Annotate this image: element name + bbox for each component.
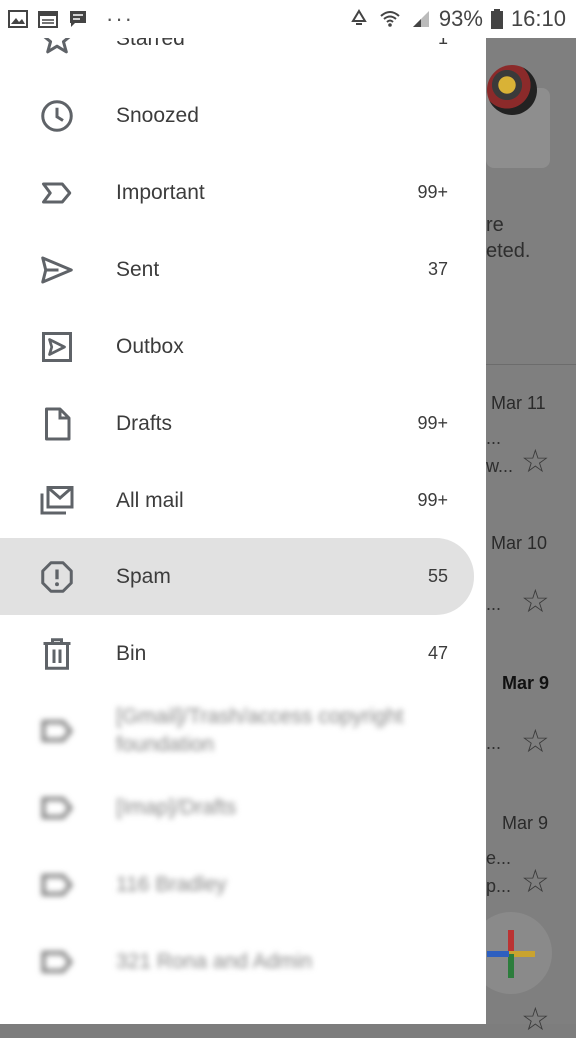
drawer-item-outbox[interactable]: Outbox (0, 308, 474, 385)
drawer-item-count: 99+ (417, 413, 448, 433)
email-fragment: p... (486, 876, 512, 896)
drawer-item-label-trash[interactable]: [Gmail]/Trash/access copyright foundatio… (0, 692, 474, 769)
email-date: Mar 9 (502, 673, 550, 693)
spam-icon (41, 560, 73, 593)
snippet-text-2: eted. (486, 240, 531, 262)
drawer-item-label: Bin (116, 641, 147, 665)
status-left: ··· (0, 6, 134, 32)
status-bar: ··· 93% 16:10 (0, 0, 576, 38)
recycle-icon (351, 9, 367, 25)
drawer-item-label: Snoozed (116, 103, 199, 127)
drawer-item-bin[interactable]: Bin 47 (0, 615, 474, 692)
drawer-item-label-bradley[interactable]: 116 Bradley (0, 846, 474, 923)
compose-plus-lower (508, 954, 514, 978)
send-icon (41, 256, 73, 283)
drawer-item-label: Sent (116, 257, 160, 281)
calendar-icon (38, 11, 58, 28)
drawer-item-label: 321 Rona and Admin (116, 949, 313, 973)
drawer-item-spam[interactable]: Spam 55 (0, 538, 474, 615)
drawer-item-label: Spam (116, 564, 171, 588)
drawer-item-count: 1 (437, 38, 448, 48)
battery-percent: 93% (438, 6, 483, 31)
drawer-item-label: Outbox (116, 334, 184, 358)
label-icon (41, 873, 73, 896)
email-fragment: ... (486, 428, 502, 448)
drawer-item-snoozed[interactable]: Snoozed (0, 77, 474, 154)
drawer-item-count: 37 (427, 259, 448, 279)
image-icon (8, 10, 28, 28)
important-icon (42, 182, 72, 203)
drawer-item-count: 99+ (417, 490, 448, 510)
star-icon[interactable]: ☆ (521, 442, 550, 480)
avatar[interactable] (487, 65, 537, 115)
email-date: Mar 10 (491, 533, 548, 553)
drawer-item-starred[interactable]: Starred 1 (0, 38, 474, 77)
drawer-item-count: 55 (427, 566, 448, 586)
drawer-item-label: Important (116, 180, 205, 204)
drawer-item-count: 99+ (417, 182, 448, 202)
signal-icon (412, 11, 429, 27)
drawer-item-label: 116 Bradley (116, 872, 227, 896)
drawer-item-count: 47 (427, 643, 448, 663)
bin-icon (43, 637, 71, 670)
email-fragment: ... (486, 733, 502, 753)
email-fragment: ... (486, 594, 502, 614)
label-icon (41, 796, 73, 819)
drawer-item-all-mail[interactable]: All mail 99+ (0, 462, 474, 539)
drawer-item-label-imap-drafts[interactable]: [Imap]/Drafts (0, 769, 474, 846)
clock-icon (41, 99, 73, 132)
email-date: Mar 11 (491, 393, 546, 413)
compose-plus-left (487, 951, 509, 957)
star-icon[interactable]: ☆ (521, 862, 550, 900)
all-mail-icon (40, 485, 74, 514)
more-notifications: ··· (106, 6, 134, 31)
drawer-item-label: [Gmail]/Trash/access copyright foundatio… (116, 704, 404, 756)
drawer-item-important[interactable]: Important 99+ (0, 154, 474, 231)
email-date: Mar 9 (502, 813, 549, 833)
drawer-item-drafts[interactable]: Drafts 99+ (0, 385, 474, 462)
drawer-item-label: Drafts (116, 411, 173, 435)
drawer-item-sent[interactable]: Sent 37 (0, 231, 474, 308)
snippet-text-1: re (486, 214, 504, 236)
drawer-item-label: [Imap]/Drafts (116, 795, 237, 819)
label-icon (41, 719, 73, 742)
clock-time: 16:10 (510, 6, 566, 31)
drawer-item-label: All mail (116, 488, 184, 512)
draft-icon (45, 407, 71, 440)
status-right: 93% 16:10 (349, 6, 576, 32)
label-icon (41, 950, 73, 973)
divider (486, 364, 576, 365)
email-fragment: e... (486, 848, 512, 868)
star-icon[interactable]: ☆ (521, 722, 550, 760)
drawer-item-label-rona[interactable]: 321 Rona and Admin (0, 923, 474, 1000)
star-icon[interactable]: ☆ (521, 1000, 550, 1038)
wifi-icon (380, 11, 400, 27)
star-icon[interactable]: ☆ (521, 582, 550, 620)
message-icon (70, 11, 86, 27)
email-fragment: w... (486, 456, 514, 476)
star-icon (44, 38, 70, 53)
outbox-icon (42, 331, 72, 362)
drawer-item-label: Starred (116, 38, 185, 50)
battery-icon (490, 9, 503, 29)
navigation-drawer: Starred 1 Snoozed Important 99+ Sent 37 … (0, 38, 486, 1024)
